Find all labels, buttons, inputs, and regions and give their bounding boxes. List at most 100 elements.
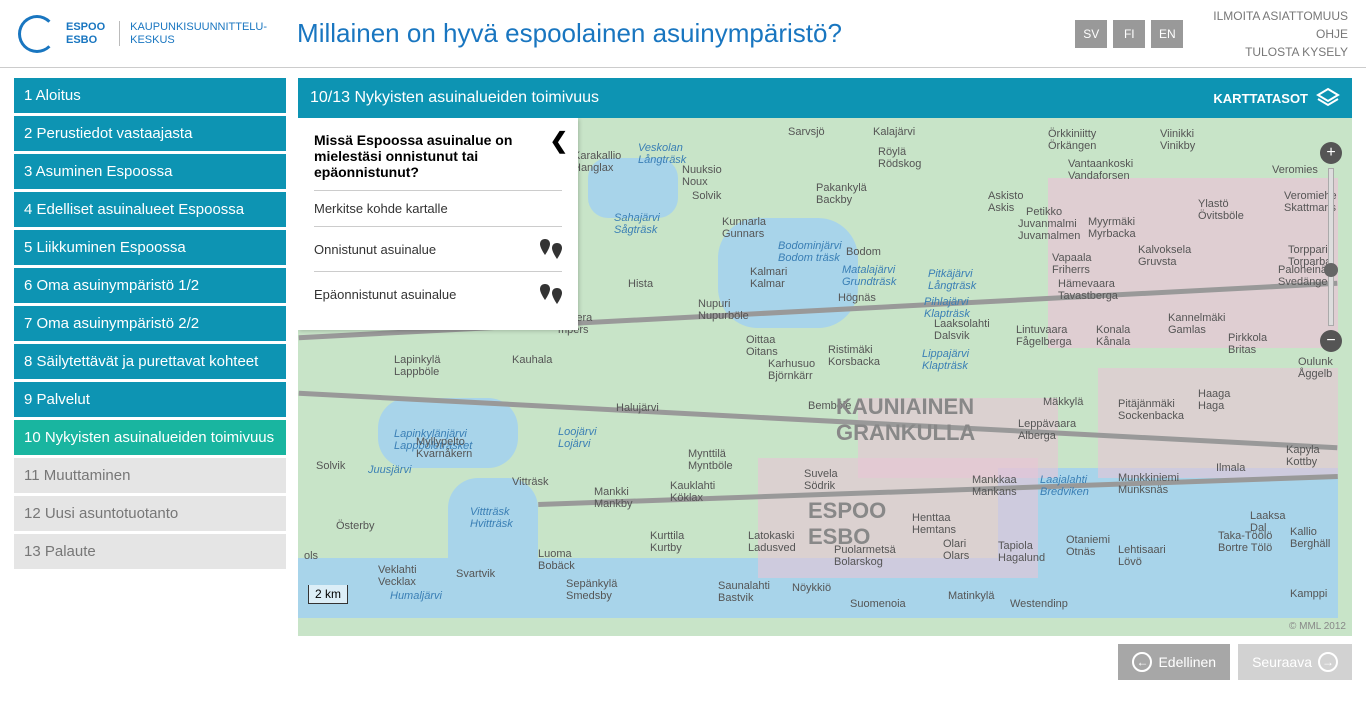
option-success[interactable]: Onnistunut asuinalue [314,226,562,271]
content-title: 10/13 Nykyisten asuinalueiden toimivuus [310,89,599,107]
map-place-label: Kannelmäki Gamlas [1168,312,1225,336]
zoom-handle[interactable] [1324,263,1338,277]
map-place-label: Ilmala [1216,462,1245,474]
sidebar-item-6[interactable]: 6 Oma asuinympäristö 1/2 [14,268,286,303]
sidebar-item-2[interactable]: 2 Perustiedot vastaajasta [14,116,286,151]
lang-sv[interactable]: SV [1075,20,1107,48]
map-place-label: Lehtisaari Lövö [1118,544,1166,568]
pin-icon [552,288,562,304]
lang-fi[interactable]: FI [1113,20,1145,48]
option-failure[interactable]: Epäonnistunut asuinalue [314,271,562,316]
map[interactable]: SarvsjöKalajärviÖrkkiniitty ÖrkängenViin… [298,118,1352,636]
sidebar-item-1[interactable]: 1 Aloitus [14,78,286,113]
map-place-label: Högnäs [838,292,876,304]
map-place-label: Vapaala Friherrs [1052,252,1092,276]
sidebar-item-4[interactable]: 4 Edelliset asuinalueet Espoossa [14,192,286,227]
map-place-label: Kauklahti Köklax [670,480,715,504]
map-place-label: Luoma Bobäck [538,548,575,572]
map-place-label: Solvik [692,190,721,202]
map-place-label: Halujärvi [616,402,659,414]
link-report[interactable]: ILMOITA ASIATTOMUUS [1213,7,1348,25]
zoom-in-button[interactable]: + [1320,142,1342,164]
logo-primary: ESPOO ESBO [66,21,105,45]
map-place-label: ols [304,550,318,562]
map-place-label: Suvela Södrik [804,468,838,492]
map-place-label: Sarvsjö [788,126,825,138]
pin-icon [540,239,550,255]
map-place-label: Veklahti Vecklax [378,564,417,588]
pin-icons [540,239,562,259]
map-place-label: Oittaa Oitans [746,334,778,358]
sidebar-item-10[interactable]: 10 Nykyisten asuinalueiden toimivuus [14,420,286,455]
language-switcher: SV FI EN [1075,20,1183,48]
map-place-label: Latokaski Ladusved [748,530,796,554]
map-place-label: Vantaankoski Vandaforsen [1068,158,1133,182]
zoom-slider[interactable] [1328,168,1334,326]
question-text: Missä Espoossa asuinalue on mielestäsi o… [314,132,562,180]
next-label: Seuraava [1252,654,1312,670]
map-place-label: Olari Olars [943,538,969,562]
map-place-label: Petikko [1026,206,1062,218]
map-place-label: Juusjärvi [368,464,411,476]
logo[interactable]: ESPOO ESBO KAUPUNKISUUNNITTELU- KESKUS [18,15,267,53]
map-place-label: Loojärvi Lojärvi [558,426,597,450]
map-place-label: Pakankylä Backby [816,182,867,206]
page-title: Millainen on hyvä espoolainen asuinympär… [297,18,1075,49]
zoom-out-button[interactable]: − [1320,330,1342,352]
pin-icon [552,243,562,259]
map-place-label: Puolarmetsä Bolarskog [834,544,896,568]
link-print[interactable]: TULOSTA KYSELY [1213,43,1348,61]
map-place-label: Haaga Haga [1198,388,1230,412]
header-links: ILMOITA ASIATTOMUUS OHJE TULOSTA KYSELY [1213,7,1348,61]
map-place-label: Westendinp [1010,598,1068,610]
map-place-label: Karhusuo Björnkärr [768,358,815,382]
content: 10/13 Nykyisten asuinalueiden toimivuus … [298,78,1352,688]
collapse-panel-icon[interactable]: ❮ [550,128,568,154]
map-place-label: Kurttila Kurtby [650,530,684,554]
sidebar-item-9[interactable]: 9 Palvelut [14,382,286,417]
sidebar-item-5[interactable]: 5 Liikkuminen Espoossa [14,230,286,265]
map-place-label: Laaksolahti Dalsvik [934,318,990,342]
map-place-label: Nöykkiö [792,582,831,594]
map-place-label: Nuuksio Noux [682,164,722,188]
map-place-label: Suomenoia [850,598,906,610]
prev-button[interactable]: ← Edellinen [1118,644,1230,680]
map-place-label: Munkkiniemi Munksnäs [1118,472,1179,496]
map-place-label: Kunnarla Gunnars [722,216,766,240]
map-place-label: ESPOO ESBO [808,498,886,550]
map-place-label: Österby [336,520,375,532]
map-place-label: Pirkkola Britas [1228,332,1267,356]
map-place-label: Röylä Rödskog [878,146,921,170]
map-place-label: Pitäjänmäki Sockenbacka [1118,398,1184,422]
option-success-label: Onnistunut asuinalue [314,242,436,257]
map-place-label: Matinkylä [948,590,994,602]
sidebar-item-7[interactable]: 7 Oma asuinympäristö 2/2 [14,306,286,341]
map-place-label: Mankki Mankby [594,486,633,510]
map-place-label: Humaljärvi [390,590,442,602]
map-place-label: Sahajärvi Sågträsk [614,212,660,236]
prev-label: Edellinen [1158,654,1216,670]
map-scale: 2 km [308,585,348,604]
map-place-label: KAUNIAINEN GRANKULLA [836,394,975,446]
map-place-label: Svartvik [456,568,495,580]
sidebar-item-8[interactable]: 8 Säilytettävät ja purettavat kohteet [14,344,286,379]
map-place-label: Oulunk Åggelb [1298,356,1333,380]
map-layers-button[interactable]: KARTTATASOT [1213,86,1340,110]
map-place-label: Konala Kånala [1096,324,1130,348]
sidebar-item-13[interactable]: 13 Palaute [14,534,286,569]
sidebar-item-3[interactable]: 3 Asuminen Espoossa [14,154,286,189]
map-place-label: Hämevaara Tavastberga [1058,278,1118,302]
header: ESPOO ESBO KAUPUNKISUUNNITTELU- KESKUS M… [0,0,1366,68]
link-help[interactable]: OHJE [1213,25,1348,43]
sidebar-item-12[interactable]: 12 Uusi asuntotuotanto [14,496,286,531]
zoom-control: + − [1320,142,1342,352]
map-place-label: Sepänkylä Smedsby [566,578,617,602]
map-place-label: Leppävaara Alberga [1018,418,1076,442]
map-place-label: Otaniemi Otnäs [1066,534,1110,558]
logo-icon [18,15,56,53]
next-button[interactable]: Seuraava → [1238,644,1352,680]
map-place-label: Kapyla Kottby [1286,444,1320,468]
map-place-label: Kalvoksela Gruvsta [1138,244,1191,268]
lang-en[interactable]: EN [1151,20,1183,48]
sidebar-item-11[interactable]: 11 Muuttaminen [14,458,286,493]
